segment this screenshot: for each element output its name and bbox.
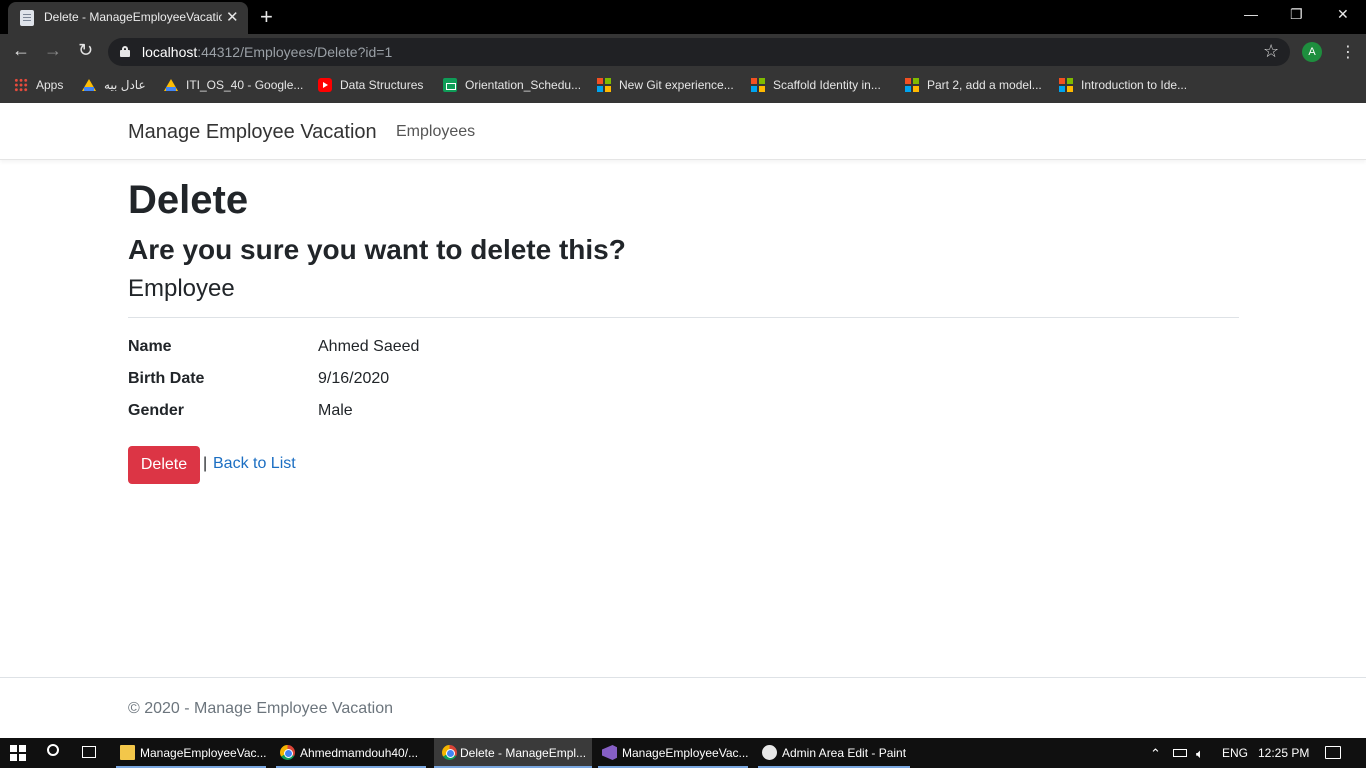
restore-icon[interactable]: ❐	[1290, 6, 1303, 23]
taskbar-item-file-explorer[interactable]: ManageEmployeeVac...	[116, 738, 267, 768]
visual-studio-icon	[602, 745, 617, 760]
chevron-up-icon[interactable]: ⌃	[1150, 746, 1161, 762]
search-icon[interactable]	[47, 744, 59, 756]
microsoft-icon	[1059, 78, 1073, 92]
nav-link-employees[interactable]: Employees	[396, 123, 475, 141]
field-value-gender: Male	[318, 402, 353, 419]
back-arrow-icon[interactable]: ←	[12, 40, 30, 61]
bookmark-git-experience[interactable]: New Git experience...	[597, 78, 734, 96]
paint-icon	[762, 745, 777, 760]
task-view-icon[interactable]	[82, 746, 96, 758]
language-indicator[interactable]: ENG	[1222, 746, 1248, 760]
clock[interactable]: 12:25 PM	[1258, 746, 1309, 760]
microsoft-icon	[905, 78, 919, 92]
youtube-icon	[318, 78, 332, 92]
delete-button[interactable]: Delete	[128, 446, 200, 484]
entity-heading: Employee	[128, 275, 235, 302]
confirm-question: Are you sure you want to delete this?	[128, 234, 626, 265]
bookmark-adel-beh[interactable]: عادل بيه	[82, 78, 146, 96]
bookmark-orientation[interactable]: Orientation_Schedu...	[443, 78, 581, 96]
bookmark-apps[interactable]: Apps	[14, 78, 63, 96]
taskbar-item-visual-studio[interactable]: ManageEmployeeVac...	[598, 738, 749, 768]
google-drive-icon	[82, 79, 96, 91]
browser-tab-active[interactable]: Delete - ManageEmployeeVacation ✕	[8, 2, 248, 34]
bookmark-iti-os[interactable]: ITI_OS_40 - Google...	[164, 78, 303, 96]
field-label-name: Name	[128, 338, 172, 355]
page-title: Delete	[128, 178, 249, 222]
tab-close-icon[interactable]: ✕	[226, 8, 239, 26]
footer-divider	[0, 677, 1366, 678]
page-icon	[20, 10, 34, 26]
footer-text: © 2020 - Manage Employee Vacation	[128, 700, 393, 717]
bookmark-star-icon[interactable]: ☆	[1263, 41, 1279, 62]
new-tab-button[interactable]: +	[260, 4, 273, 30]
site-navbar: Manage Employee Vacation Employees	[0, 103, 1366, 160]
battery-icon[interactable]	[1173, 749, 1187, 757]
field-label-birth-date: Birth Date	[128, 370, 205, 387]
forward-arrow-icon[interactable]: →	[44, 40, 62, 61]
notification-icon[interactable]	[1325, 746, 1341, 759]
volume-icon[interactable]: 🔈︎	[1196, 746, 1204, 762]
google-drive-icon	[164, 79, 178, 91]
bookmarks-bar: Apps عادل بيه ITI_OS_40 - Google... Data…	[0, 70, 1366, 103]
microsoft-icon	[597, 78, 611, 92]
folder-icon	[120, 745, 135, 760]
bookmark-part2-model[interactable]: Part 2, add a model...	[905, 78, 1042, 96]
minimize-icon[interactable]: —	[1244, 6, 1258, 22]
menu-kebab-icon[interactable]: ⋮	[1340, 42, 1356, 62]
window-close-icon[interactable]: ✕	[1337, 6, 1349, 23]
address-bar[interactable]: localhost:44312/Employees/Delete?id=1 ☆	[108, 38, 1290, 66]
taskbar-item-chrome-github[interactable]: Ahmedmamdouh40/...	[276, 738, 426, 768]
profile-avatar[interactable]: A	[1302, 42, 1322, 62]
lock-icon[interactable]	[120, 46, 130, 57]
url-text[interactable]: localhost:44312/Employees/Delete?id=1	[142, 44, 392, 60]
field-value-name: Ahmed Saeed	[318, 338, 420, 355]
divider	[128, 317, 1239, 318]
chrome-icon	[442, 745, 457, 760]
browser-titlebar: Delete - ManageEmployeeVacation ✕ + — ❐ …	[0, 0, 1366, 34]
link-separator: |	[203, 455, 208, 472]
field-label-gender: Gender	[128, 402, 185, 419]
google-sheets-icon	[443, 78, 457, 92]
reload-icon[interactable]: ↻	[78, 40, 93, 61]
microsoft-icon	[751, 78, 765, 92]
field-value-birth-date: 9/16/2020	[318, 370, 390, 387]
back-to-list-link[interactable]: Back to List	[213, 455, 296, 473]
apps-grid-icon	[14, 78, 28, 92]
bookmark-scaffold-identity[interactable]: Scaffold Identity in...	[751, 78, 881, 96]
site-brand-link[interactable]: Manage Employee Vacation	[128, 121, 377, 144]
browser-toolbar: ← → ↻ localhost:44312/Employees/Delete?i…	[0, 34, 1366, 70]
tab-title: Delete - ManageEmployeeVacation	[44, 10, 222, 24]
windows-start-icon[interactable]	[10, 745, 26, 761]
bookmark-intro-identity[interactable]: Introduction to Ide...	[1059, 78, 1187, 96]
chrome-icon	[280, 745, 295, 760]
bookmark-data-structures[interactable]: Data Structures	[318, 78, 423, 96]
taskbar-item-paint[interactable]: Admin Area Edit - Paint	[758, 738, 910, 768]
windows-taskbar: ManageEmployeeVac... Ahmedmamdouh40/... …	[0, 738, 1366, 768]
taskbar-item-chrome-delete[interactable]: Delete - ManageEmpl...	[434, 738, 592, 768]
